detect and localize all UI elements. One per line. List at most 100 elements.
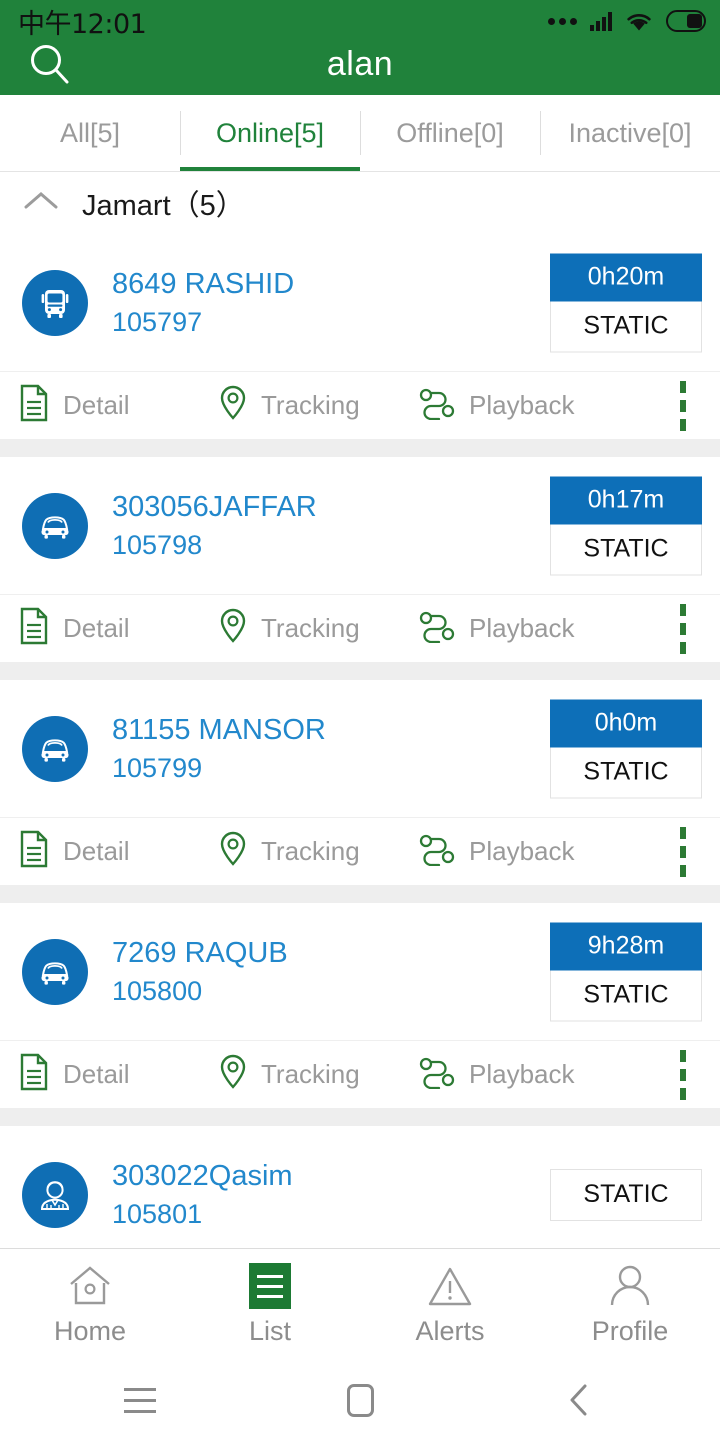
kebab-menu-icon[interactable] bbox=[672, 823, 694, 881]
action-row: Detail Tracking Playback bbox=[0, 817, 720, 885]
car-icon bbox=[22, 492, 88, 559]
nav-item-profile[interactable]: Profile bbox=[540, 1262, 720, 1347]
route-path-icon bbox=[418, 609, 456, 648]
playback-button[interactable]: Playback bbox=[418, 1055, 618, 1094]
action-row: Detail Tracking Playback bbox=[0, 371, 720, 439]
car-icon bbox=[22, 715, 88, 782]
vehicle-id: 105799 bbox=[112, 752, 203, 783]
vehicle-info: 303022Qasim 105801 bbox=[112, 1161, 293, 1228]
status-badge: 9h28m STATIC bbox=[550, 922, 702, 1021]
bottom-navigation: Home List Alerts Profile bbox=[0, 1248, 720, 1360]
tracking-label: Tracking bbox=[261, 390, 360, 420]
playback-label: Playback bbox=[469, 390, 575, 420]
state-badge: STATIC bbox=[550, 970, 702, 1021]
vehicle-id: 105798 bbox=[112, 529, 203, 560]
tracking-button[interactable]: Tracking bbox=[218, 830, 418, 873]
vehicle-name: 303056JAFFAR bbox=[112, 491, 317, 524]
kebab-menu-icon[interactable] bbox=[672, 600, 694, 658]
vehicle-name: 7269 RAQUB bbox=[112, 937, 288, 970]
action-row: Detail Tracking Playback bbox=[0, 594, 720, 662]
tab-inactive[interactable]: Inactive[0] bbox=[540, 95, 720, 171]
playback-label: Playback bbox=[469, 613, 575, 643]
route-path-icon bbox=[418, 386, 456, 425]
state-badge: STATIC bbox=[550, 747, 702, 798]
home-square-icon[interactable] bbox=[330, 1370, 390, 1430]
state-badge: STATIC bbox=[550, 1168, 702, 1221]
map-pin-icon bbox=[218, 384, 248, 427]
card-separator bbox=[0, 885, 720, 903]
search-icon[interactable] bbox=[22, 37, 78, 93]
tab-all[interactable]: All[5] bbox=[0, 95, 180, 171]
detail-button[interactable]: Detail bbox=[18, 607, 218, 650]
status-badge: 0h20m STATIC bbox=[550, 253, 702, 352]
group-title: Jamart（5） bbox=[82, 190, 245, 222]
playback-button[interactable]: Playback bbox=[418, 609, 618, 648]
detail-button[interactable]: Detail bbox=[18, 830, 218, 873]
vehicle-row[interactable]: 303022Qasim 105801 STATIC bbox=[0, 1126, 720, 1248]
page-title: alan bbox=[326, 45, 394, 83]
tab-online[interactable]: Online[5] bbox=[180, 95, 360, 171]
vehicle-info: 303056JAFFAR 105798 bbox=[112, 492, 317, 559]
detail-button[interactable]: Detail bbox=[18, 1053, 218, 1096]
duration-badge: 9h28m bbox=[550, 922, 702, 970]
nav-label-alerts: Alerts bbox=[415, 1316, 485, 1346]
vehicle-list[interactable]: 8649 RASHID 105797 0h20m STATIC Detail T… bbox=[0, 234, 720, 1248]
nav-label-list: List bbox=[248, 1316, 292, 1346]
nav-label-profile: Profile bbox=[591, 1316, 669, 1346]
list-item[interactable]: 81155 MANSOR 105799 0h0m STATIC Detail T… bbox=[0, 680, 720, 885]
app-bar: alan bbox=[0, 34, 720, 95]
more-dots-icon bbox=[548, 17, 577, 25]
state-badge: STATIC bbox=[550, 301, 702, 352]
chevron-up-icon bbox=[22, 189, 60, 218]
vehicle-row[interactable]: 81155 MANSOR 105799 0h0m STATIC bbox=[0, 680, 720, 817]
detail-label: Detail bbox=[63, 613, 130, 643]
vehicle-row[interactable]: 7269 RAQUB 105800 9h28m STATIC bbox=[0, 903, 720, 1040]
tab-offline[interactable]: Offline[0] bbox=[360, 95, 540, 171]
system-navigation-bar bbox=[0, 1360, 720, 1440]
detail-label: Detail bbox=[63, 1059, 130, 1089]
kebab-menu-icon[interactable] bbox=[672, 377, 694, 435]
list-item[interactable]: 8649 RASHID 105797 0h20m STATIC Detail T… bbox=[0, 234, 720, 439]
map-pin-icon bbox=[218, 830, 248, 873]
document-icon bbox=[18, 607, 50, 650]
nav-item-list[interactable]: List bbox=[180, 1262, 360, 1347]
list-item[interactable]: 7269 RAQUB 105800 9h28m STATIC Detail Tr… bbox=[0, 903, 720, 1108]
vehicle-id: 105800 bbox=[112, 975, 203, 1006]
menu-icon[interactable] bbox=[110, 1370, 170, 1430]
card-separator bbox=[0, 439, 720, 457]
car-icon bbox=[22, 938, 88, 1005]
vehicle-row[interactable]: 8649 RASHID 105797 0h20m STATIC bbox=[0, 234, 720, 371]
back-chevron-icon[interactable] bbox=[550, 1370, 610, 1430]
playback-button[interactable]: Playback bbox=[418, 386, 618, 425]
duration-badge: 0h0m bbox=[550, 699, 702, 747]
tracking-label: Tracking bbox=[261, 613, 360, 643]
status-badge: 0h0m STATIC bbox=[550, 699, 702, 798]
tracking-button[interactable]: Tracking bbox=[218, 1053, 418, 1096]
detail-label: Detail bbox=[63, 390, 130, 420]
warning-icon bbox=[426, 1262, 474, 1310]
tracking-button[interactable]: Tracking bbox=[218, 607, 418, 650]
vehicle-name: 303022Qasim bbox=[112, 1160, 293, 1193]
vehicle-row[interactable]: 303056JAFFAR 105798 0h17m STATIC bbox=[0, 457, 720, 594]
kebab-menu-icon[interactable] bbox=[672, 1046, 694, 1104]
document-icon bbox=[18, 384, 50, 427]
bus-icon bbox=[22, 269, 88, 336]
list-item[interactable]: 303056JAFFAR 105798 0h17m STATIC Detail … bbox=[0, 457, 720, 662]
detail-button[interactable]: Detail bbox=[18, 384, 218, 427]
tracking-button[interactable]: Tracking bbox=[218, 384, 418, 427]
card-separator bbox=[0, 1108, 720, 1126]
playback-label: Playback bbox=[469, 1059, 575, 1089]
filter-tabs: All[5] Online[5] Offline[0] Inactive[0] bbox=[0, 95, 720, 172]
vehicle-info: 81155 MANSOR 105799 bbox=[112, 715, 326, 782]
playback-button[interactable]: Playback bbox=[418, 832, 618, 871]
wifi-icon bbox=[625, 11, 653, 32]
nav-item-alerts[interactable]: Alerts bbox=[360, 1262, 540, 1347]
status-badge: STATIC bbox=[550, 1168, 702, 1221]
group-header[interactable]: Jamart（5） bbox=[0, 172, 720, 234]
person-icon bbox=[22, 1161, 88, 1228]
list-item[interactable]: 303022Qasim 105801 STATIC bbox=[0, 1126, 720, 1248]
list-icon bbox=[249, 1262, 291, 1310]
nav-item-home[interactable]: Home bbox=[0, 1262, 180, 1347]
battery-icon bbox=[666, 10, 706, 32]
document-icon bbox=[18, 1053, 50, 1096]
